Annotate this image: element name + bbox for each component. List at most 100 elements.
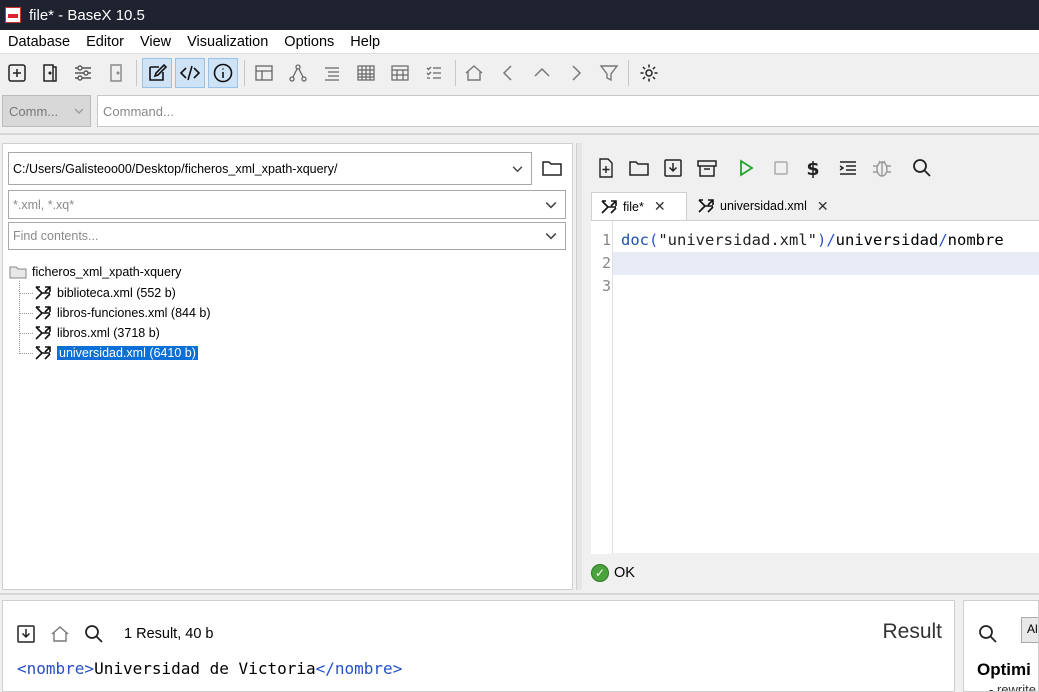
- xquery-icon[interactable]: [175, 58, 205, 88]
- run-query-icon[interactable]: [731, 153, 761, 183]
- command-input-placeholder: Command...: [103, 103, 174, 119]
- file-filter-input[interactable]: *.xml, *.xq*: [8, 190, 566, 219]
- new-file-icon[interactable]: [591, 153, 621, 183]
- close-icon[interactable]: ✕: [817, 198, 829, 215]
- tree-guide: [19, 333, 33, 334]
- tab-file[interactable]: file* ✕: [591, 192, 687, 220]
- tree-icon[interactable]: [283, 58, 313, 88]
- code-slash: /: [826, 231, 836, 249]
- code-step: universidad: [835, 231, 939, 249]
- code-paren: ): [816, 231, 827, 249]
- home-icon[interactable]: [459, 58, 489, 88]
- format-icon[interactable]: [833, 153, 863, 183]
- tab-universidad[interactable]: universidad.xml ✕: [689, 192, 839, 220]
- close-icon[interactable]: ✕: [654, 198, 666, 215]
- window-title: file* - BaseX 10.5: [29, 6, 145, 24]
- save-icon[interactable]: [658, 153, 688, 183]
- code-line-1: doc("universidad.xml")/universidad/nombr…: [613, 229, 1039, 252]
- menu-options[interactable]: Options: [276, 30, 342, 54]
- project-path-select[interactable]: C:/Users/Galisteoo00/Desktop/ficheros_xm…: [8, 152, 532, 185]
- xml-text: Universidad de Victoria: [94, 659, 316, 678]
- scatterplot-icon[interactable]: [385, 58, 415, 88]
- menu-visualization[interactable]: Visualization: [179, 30, 276, 54]
- basex-file-icon: [601, 199, 617, 214]
- folder-view-icon[interactable]: [317, 58, 347, 88]
- editor-pane: $ file* ✕ universidad.xml ✕ 1 2 3 doc("u…: [584, 143, 1039, 590]
- close-database-icon[interactable]: [101, 58, 131, 88]
- search-icon[interactable]: [81, 621, 107, 647]
- tree-file-item[interactable]: libros.xml (3718 b): [34, 324, 160, 342]
- stop-query-icon[interactable]: [766, 153, 796, 183]
- info-filter-select[interactable]: All: [1021, 617, 1038, 643]
- editor-icon[interactable]: [142, 58, 172, 88]
- tab-universidad-label: universidad.xml: [720, 199, 807, 213]
- status-text: OK: [614, 565, 635, 581]
- menu-database[interactable]: Database: [0, 30, 78, 54]
- basex-app-icon: [5, 7, 21, 23]
- new-database-icon[interactable]: [2, 58, 32, 88]
- xml-close-tag: </nombre>: [315, 659, 403, 678]
- code-editor[interactable]: 1 2 3 doc("universidad.xml")/universidad…: [591, 220, 1039, 554]
- choose-folder-button[interactable]: [537, 152, 567, 184]
- chevron-down-icon: [545, 201, 557, 209]
- line-number: 2: [601, 254, 611, 272]
- menu-view[interactable]: View: [132, 30, 179, 54]
- table-icon[interactable]: [351, 58, 381, 88]
- settings-icon[interactable]: [634, 58, 664, 88]
- tree-guide: [19, 293, 33, 294]
- divider: [0, 133, 1039, 135]
- map-icon[interactable]: [249, 58, 279, 88]
- basex-file-icon: [35, 346, 51, 360]
- result-count: 1 Result, 40 b: [124, 626, 214, 642]
- line-gutter: 1 2 3: [591, 221, 613, 554]
- explorer-icon[interactable]: [419, 58, 449, 88]
- basex-file-icon: [35, 286, 51, 300]
- menu-bar: Database Editor View Visualization Optio…: [0, 30, 1039, 54]
- project-pane: C:/Users/Galisteoo00/Desktop/ficheros_xm…: [2, 143, 573, 590]
- tree-file-item[interactable]: biblioteca.xml (552 b): [34, 284, 176, 302]
- tree-guide: [19, 313, 33, 314]
- pane-splitter[interactable]: [576, 143, 582, 590]
- variables-icon[interactable]: $: [798, 153, 828, 183]
- info-subtitle: - rewrite: [989, 682, 1036, 692]
- result-output[interactable]: <nombre>Universidad de Victoria</nombre>: [17, 659, 402, 678]
- search-icon[interactable]: [907, 153, 937, 183]
- save-result-icon[interactable]: [13, 621, 39, 647]
- find-contents-input[interactable]: Find contents...: [8, 222, 566, 250]
- properties-icon[interactable]: [68, 58, 98, 88]
- xml-open-tag: <nombre>: [17, 659, 95, 678]
- file-filter-placeholder: *.xml, *.xq*: [13, 197, 75, 212]
- open-file-icon[interactable]: [624, 153, 654, 183]
- tree-root-folder[interactable]: ficheros_xml_xpath-xquery: [9, 263, 181, 281]
- command-mode-value: Comm...: [9, 103, 59, 119]
- tree-guide: [19, 353, 33, 354]
- debug-icon[interactable]: [867, 153, 897, 183]
- up-icon[interactable]: [527, 58, 557, 88]
- project-path: C:/Users/Galisteoo00/Desktop/ficheros_xm…: [13, 161, 338, 176]
- menu-editor[interactable]: Editor: [78, 30, 132, 54]
- command-input[interactable]: Command...: [97, 95, 1039, 127]
- tree-file-label: libros-funciones.xml (844 b): [57, 306, 211, 320]
- code-function: doc: [621, 231, 649, 249]
- folder-icon: [542, 161, 562, 176]
- back-icon[interactable]: [493, 58, 523, 88]
- menu-help[interactable]: Help: [342, 30, 388, 54]
- line-number: 3: [601, 277, 611, 295]
- tree-file-item-selected[interactable]: universidad.xml (6410 b): [34, 344, 198, 362]
- result-title: Result: [882, 620, 942, 643]
- archive-icon[interactable]: [692, 153, 722, 183]
- tree-file-label: libros.xml (3718 b): [57, 326, 160, 340]
- forward-icon[interactable]: [561, 58, 591, 88]
- search-icon[interactable]: [975, 621, 1001, 647]
- basex-file-icon: [35, 326, 51, 340]
- home-icon[interactable]: [47, 621, 73, 647]
- code-line-2-current: [613, 252, 1039, 275]
- open-database-icon[interactable]: [35, 58, 65, 88]
- command-mode-select[interactable]: Comm...: [2, 95, 91, 127]
- check-icon: ✓: [591, 564, 609, 582]
- result-pane: 1 Result, 40 b Result <nombre>Universida…: [2, 600, 955, 692]
- tree-file-item[interactable]: libros-funciones.xml (844 b): [34, 304, 211, 322]
- info-icon[interactable]: [208, 58, 238, 88]
- command-bar: Comm... Command...: [0, 93, 1039, 131]
- filter-icon[interactable]: [594, 58, 624, 88]
